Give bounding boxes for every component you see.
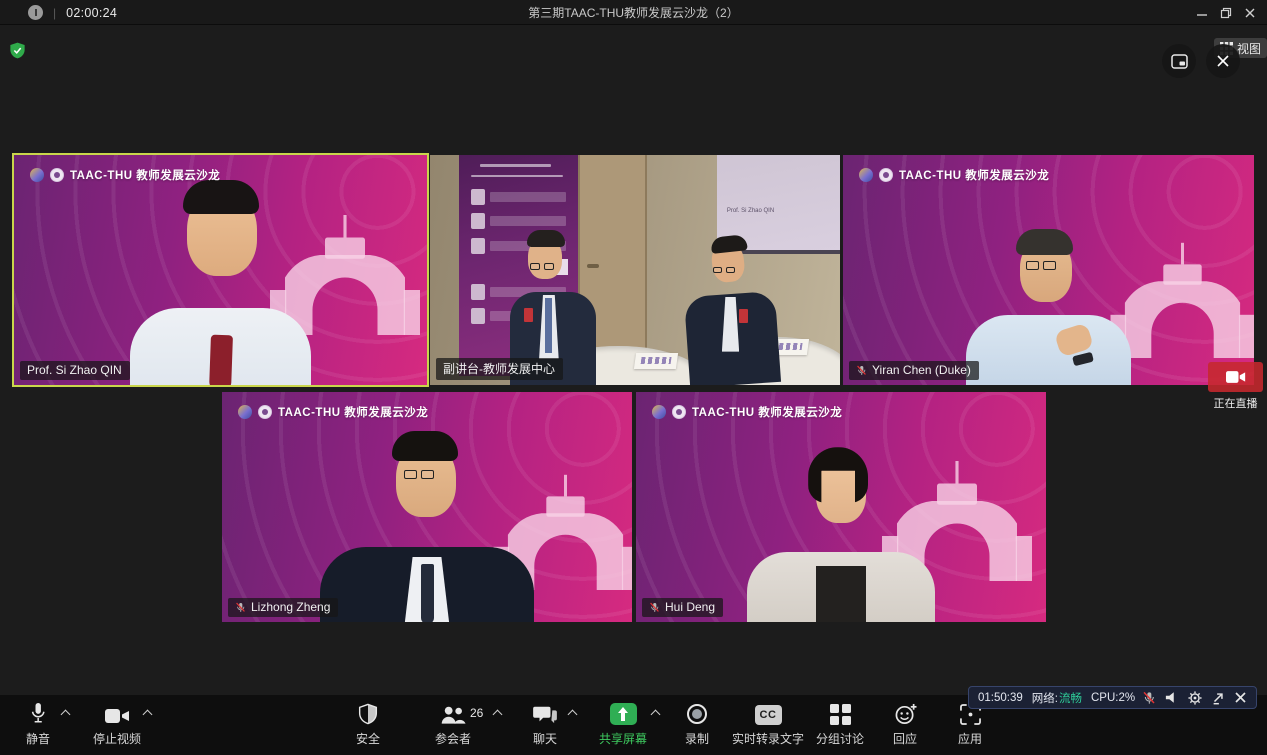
cc-icon: CC [755,705,782,725]
participant-name: Prof. Si Zhao QIN [27,363,122,377]
stage-person-right [668,233,791,385]
close-overlay-button[interactable] [1206,44,1240,78]
live-stream-indicator: 正在直播 [1208,362,1263,411]
network-label: 网络: [1032,690,1058,706]
close-x-icon [1216,54,1230,68]
security-shield-icon[interactable] [8,41,27,60]
panel-expand-icon[interactable] [1211,691,1225,705]
stream-status-panel: 01:50:39 网络: 流畅 CPU:2% [968,686,1257,709]
pip-icon [1171,54,1188,69]
participants-count: 26 [470,706,483,720]
muted-mic-icon [856,364,867,377]
record-label: 录制 [685,730,709,747]
chat-label: 聊天 [533,730,557,747]
participant-video-zheng [222,392,632,622]
stop-video-button[interactable]: 停止视频 [62,701,172,747]
brand-text: TAAC-THU 教师发展云沙龙 [70,167,220,183]
virtual-bg-brand: TAAC-THU 教师发展云沙龙 [859,167,1049,183]
panel-speaker-icon[interactable] [1165,691,1179,704]
streaming-camera-icon [1226,370,1246,384]
chat-bubble-icon [533,701,557,725]
minimize-button[interactable] [1190,0,1214,25]
video-tile-deng[interactable]: TAAC-THU 教师发展云沙龙 Hui Deng [636,392,1046,622]
panel-muted-mic-icon[interactable] [1142,691,1156,705]
restore-button[interactable] [1214,0,1238,25]
name-tag: 副讲台-教师发展中心 [436,358,563,380]
live-stream-label: 正在直播 [1208,395,1263,411]
window-title: 第三期TAAC-THU教师发展云沙龙（2） [0,0,1267,25]
taac-logo-icon [652,405,666,419]
participant-name: Hui Deng [665,600,715,614]
participants-label: 参会者 [435,730,471,747]
apps-label: 应用 [958,730,982,747]
thu-logo-icon [50,168,64,182]
participant-name: Lizhong Zheng [251,600,330,614]
reactions-label: 回应 [893,730,917,747]
close-icon [1244,7,1256,19]
muted-mic-icon [649,601,660,614]
view-button-label: 视图 [1237,40,1261,57]
brand-text: TAAC-THU 教师发展云沙龙 [899,167,1049,183]
video-tile-zheng[interactable]: TAAC-THU 教师发展云沙龙 Lizhong Zheng [222,392,632,622]
virtual-bg-brand: TAAC-THU 教师发展云沙龙 [652,404,842,420]
video-options-chevron[interactable] [144,709,152,717]
virtual-bg-brand: TAAC-THU 教师发展云沙龙 [30,167,220,183]
mute-label: 静音 [26,730,50,747]
panel-settings-gear-icon[interactable] [1188,691,1202,705]
close-window-button[interactable] [1238,0,1262,25]
video-tile-stage[interactable]: Prof. Si Zhao QIN 副讲台-教师发展中心 [430,155,840,385]
live-stream-badge [1208,362,1263,392]
participant-video-deng [636,392,1046,622]
virtual-bg-brand: TAAC-THU 教师发展云沙龙 [238,404,428,420]
name-tag: Prof. Si Zhao QIN [20,361,130,380]
microphone-icon [28,701,48,725]
muted-mic-icon [235,601,246,614]
video-tile-qin[interactable]: TAAC-THU 教师发展云沙龙 Prof. Si Zhao QIN [14,155,427,385]
name-tag: Hui Deng [642,598,723,617]
taac-logo-icon [238,405,252,419]
participant-video-qin [14,155,427,385]
participant-video-chen [843,155,1254,385]
minimize-to-pip-button[interactable] [1162,44,1196,78]
network-status-value: 流畅 [1059,690,1082,706]
participant-name: Yiran Chen (Duke) [872,363,971,377]
reaction-smiley-icon [894,701,917,725]
thu-logo-icon [258,405,272,419]
name-tag: Yiran Chen (Duke) [849,361,979,380]
title-bar: | 02:00:24 第三期TAAC-THU教师发展云沙龙（2） [0,0,1267,25]
video-tile-chen[interactable]: TAAC-THU 教师发展云沙龙 Yiran Chen (Duke) [843,155,1254,385]
shield-icon [358,701,378,725]
share-screen-icon [610,703,637,725]
participant-name: 副讲台-教师发展中心 [443,360,555,377]
panel-close-icon[interactable] [1234,691,1247,704]
stream-duration: 01:50:39 [978,692,1023,704]
taac-logo-icon [859,168,873,182]
cpu-usage: CPU:2% [1091,692,1135,704]
taac-logo-icon [30,168,44,182]
thu-logo-icon [672,405,686,419]
name-tag: Lizhong Zheng [228,598,338,617]
minimize-icon [1196,7,1208,19]
brand-text: TAAC-THU 教师发展云沙龙 [278,404,428,420]
video-camera-icon [104,701,130,725]
participants-icon [440,701,466,725]
security-label: 安全 [356,730,380,747]
record-icon [686,701,708,725]
restore-icon [1220,7,1232,19]
meeting-window: | 02:00:24 第三期TAAC-THU教师发展云沙龙（2） 视图 [0,0,1267,755]
brand-text: TAAC-THU 教师发展云沙龙 [692,404,842,420]
breakout-grid-icon [830,701,851,725]
stop-video-label: 停止视频 [93,730,141,747]
projected-name-text: Prof. Si Zhao QIN [727,208,774,214]
thu-logo-icon [879,168,893,182]
share-screen-label: 共享屏幕 [599,730,647,747]
